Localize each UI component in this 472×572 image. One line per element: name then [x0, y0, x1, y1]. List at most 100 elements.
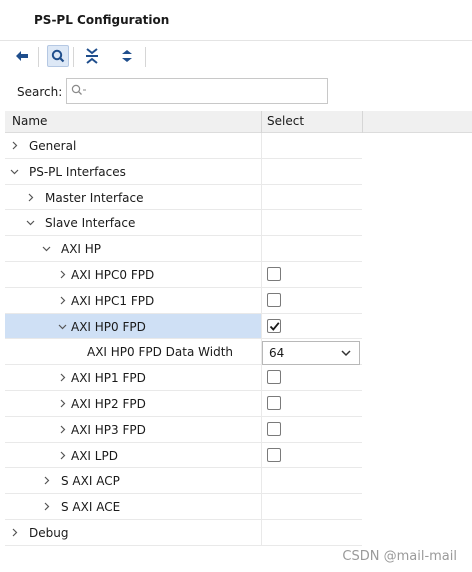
- row-label: AXI HP3 FPD: [71, 422, 146, 437]
- tree-row-axi-hpc1-fpd[interactable]: AXI HPC1 FPD: [5, 287, 362, 314]
- chevron-down-icon[interactable]: [58, 322, 67, 331]
- expand-all-button[interactable]: [116, 45, 138, 67]
- column-header-select[interactable]: Select: [267, 114, 304, 128]
- select-checkbox[interactable]: [267, 267, 281, 281]
- select-cell: [261, 210, 362, 236]
- row-label: AXI HP0 FPD Data Width: [87, 345, 234, 360]
- toolbar-separator: [38, 47, 39, 67]
- row-label: AXI HPC1 FPD: [71, 293, 155, 308]
- row-label: Master Interface: [45, 190, 144, 205]
- window-title: PS-PL Configuration: [34, 13, 170, 27]
- collapse-all-button[interactable]: [81, 45, 103, 67]
- select-cell: [261, 236, 362, 261]
- row-label: Debug: [29, 526, 69, 540]
- expand-all-icon: [122, 50, 132, 62]
- watermark: CSDN @mail-mail: [342, 549, 457, 564]
- tree-row-axi-hp0-fpd[interactable]: AXI HP0 FPD: [5, 313, 362, 340]
- select-checkbox[interactable]: [267, 292, 281, 307]
- chevron-right-icon[interactable]: [58, 296, 67, 305]
- name-cell: PS-PL Interfaces: [5, 159, 261, 184]
- checkmark-icon: [269, 321, 280, 331]
- select-cell: [261, 416, 362, 442]
- select-cell: [261, 287, 362, 313]
- chevron-right-icon[interactable]: [58, 399, 67, 408]
- select-checkbox[interactable]: [267, 370, 281, 385]
- chevron-right-icon[interactable]: [26, 193, 35, 202]
- collapse-all-icon: [86, 48, 98, 64]
- toolbar-separator: [145, 47, 146, 67]
- search-field[interactable]: [66, 78, 328, 104]
- name-cell: AXI HP0 FPD: [5, 313, 261, 339]
- chevron-down-icon[interactable]: [26, 218, 35, 227]
- name-cell: AXI HPC0 FPD: [5, 262, 261, 287]
- row-label: AXI HPC0 FPD: [71, 268, 155, 282]
- tree-row-ps-pl-interfaces[interactable]: PS-PL Interfaces: [5, 158, 362, 185]
- chevron-right-icon[interactable]: [58, 425, 67, 434]
- tree-row-axi-lpd[interactable]: AXI LPD: [5, 442, 362, 469]
- name-cell: Slave Interface: [5, 210, 261, 235]
- chevron-right-icon[interactable]: [58, 451, 67, 460]
- name-cell: General: [5, 133, 261, 158]
- select-cell: [261, 442, 362, 468]
- tree-row-s-axi-ace[interactable]: S AXI ACE: [5, 494, 362, 520]
- chevron-down-icon[interactable]: [10, 167, 19, 176]
- column-divider[interactable]: [261, 111, 262, 133]
- select-cell: 64: [261, 339, 362, 366]
- chevron-right-icon[interactable]: [42, 476, 51, 485]
- title-bar: PS-PL Configuration: [0, 0, 472, 41]
- select-checkbox[interactable]: [267, 447, 281, 462]
- name-cell: AXI LPD: [5, 443, 261, 468]
- chevron-right-icon[interactable]: [42, 502, 51, 511]
- data-width-dropdown[interactable]: 64: [262, 341, 360, 366]
- row-label: S AXI ACE: [61, 500, 121, 515]
- tree-row-master-interface[interactable]: Master Interface: [5, 184, 362, 211]
- chevron-right-icon[interactable]: [58, 270, 67, 279]
- select-cell: [261, 262, 362, 287]
- tree-row-debug[interactable]: Debug: [5, 520, 362, 546]
- name-cell: S AXI ACE: [5, 494, 261, 519]
- search-label: Search:: [17, 85, 63, 99]
- tree-row-s-axi-acp[interactable]: S AXI ACP: [5, 468, 362, 495]
- select-checkbox[interactable]: [267, 396, 281, 410]
- tree-row-general[interactable]: General: [5, 133, 362, 159]
- select-cell: [261, 158, 362, 184]
- tree-row-axi-hp3-fpd[interactable]: AXI HP3 FPD: [5, 416, 362, 443]
- table-header: Name Select: [5, 111, 472, 133]
- select-cell: [261, 391, 362, 416]
- name-cell: Master Interface: [5, 185, 261, 210]
- tree-row-slave-interface[interactable]: Slave Interface: [5, 210, 362, 237]
- back-arrow-icon: [16, 51, 28, 61]
- select-cell: [261, 520, 362, 545]
- name-cell: AXI HP2 FPD: [5, 391, 261, 416]
- select-checkbox[interactable]: [267, 318, 281, 333]
- name-cell: AXI HP0 FPD Data Width: [5, 339, 261, 364]
- back-button[interactable]: [11, 45, 33, 67]
- column-divider[interactable]: [362, 111, 363, 133]
- select-cell: [261, 184, 362, 210]
- search-toggle-button[interactable]: [47, 45, 69, 67]
- column-header-name[interactable]: Name: [12, 114, 47, 128]
- search-input[interactable]: [93, 82, 321, 100]
- tree-row-axi-hp1-fpd[interactable]: AXI HP1 FPD: [5, 365, 362, 391]
- search-icon: [51, 49, 65, 63]
- chevron-right-icon[interactable]: [10, 528, 19, 537]
- search-field-icon: [71, 84, 89, 96]
- name-cell: S AXI ACP: [5, 468, 261, 493]
- select-checkbox[interactable]: [267, 421, 281, 436]
- select-cell: [261, 133, 362, 158]
- chevron-right-icon[interactable]: [10, 141, 19, 150]
- select-cell: [261, 494, 362, 519]
- name-cell: AXI HP1 FPD: [5, 365, 261, 390]
- toolbar-separator: [73, 47, 74, 67]
- select-cell: [261, 365, 362, 390]
- tree-row-axi-hpc0-fpd[interactable]: AXI HPC0 FPD: [5, 262, 362, 288]
- name-cell: AXI HPC1 FPD: [5, 288, 261, 313]
- search-row: Search:: [0, 73, 472, 111]
- select-cell: [261, 313, 362, 339]
- row-label: AXI HP: [61, 242, 102, 257]
- tree-row-axi-hp0-fpd-data-width[interactable]: AXI HP0 FPD Data Width 64: [5, 339, 362, 366]
- tree-row-axi-hp2-fpd[interactable]: AXI HP2 FPD: [5, 391, 362, 417]
- chevron-right-icon[interactable]: [58, 373, 67, 382]
- tree-row-axi-hp[interactable]: AXI HP: [5, 236, 362, 262]
- chevron-down-icon[interactable]: [42, 244, 51, 253]
